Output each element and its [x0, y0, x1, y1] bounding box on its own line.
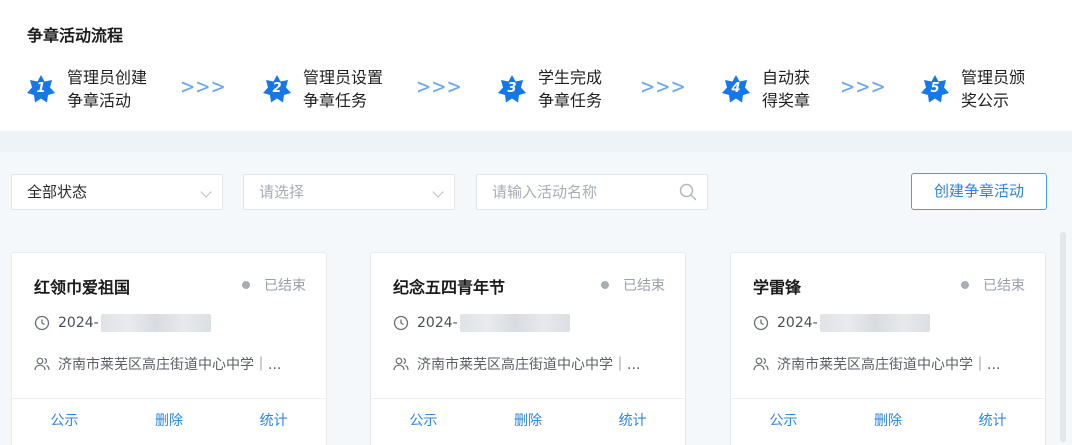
users-icon — [393, 357, 409, 371]
card-org: 济南市莱芜区高庄街道中心中学｜... — [393, 354, 640, 374]
redacted-date — [819, 314, 930, 332]
flow-step-3: 3 学生完成 争章任务 — [497, 66, 602, 112]
flow-step-2: 2 管理员设置 争章任务 — [262, 66, 383, 112]
card-date-text: 2024- — [417, 315, 458, 331]
card-org-text: 济南市莱芜区高庄街道中心中学｜... — [777, 357, 1001, 373]
step-label-line1: 管理员颁 — [961, 68, 1026, 87]
flow-arrow: >>> — [181, 75, 227, 100]
publicize-button[interactable]: 公示 — [12, 399, 117, 443]
status-dot — [242, 281, 250, 289]
step-label: 管理员创建 争章活动 — [67, 66, 147, 112]
chevron-down-icon — [200, 186, 212, 198]
star-badge-icon: 3 — [497, 74, 527, 104]
status-dot — [601, 281, 609, 289]
delete-button[interactable]: 删除 — [117, 399, 222, 443]
activity-search-input[interactable]: 请输入活动名称 — [476, 174, 708, 210]
users-icon — [753, 357, 769, 371]
card-date: 2024- — [753, 314, 930, 332]
step-number: 3 — [507, 81, 517, 96]
card-date-text: 2024- — [58, 315, 99, 331]
create-activity-button[interactable]: 创建争章活动 — [911, 173, 1047, 210]
activity-card[interactable]: 学雷锋 已结束 2024- 济南市莱芜区高庄街道中心中学｜... 公示 删除 统… — [730, 252, 1046, 445]
card-date: 2024- — [34, 314, 211, 332]
card-date: 2024- — [393, 314, 570, 332]
search-placeholder: 请输入活动名称 — [492, 183, 598, 201]
step-label-line1: 管理员设置 — [303, 68, 384, 87]
chevron-down-icon — [432, 186, 444, 198]
status-text: 已结束 — [264, 278, 306, 294]
flow-step-4: 4 自动获 得奖章 — [721, 66, 810, 112]
step-number: 1 — [36, 81, 46, 96]
step-label-line2: 得奖章 — [762, 91, 811, 110]
type-select[interactable]: 请选择 — [243, 174, 455, 210]
step-label: 学生完成 争章任务 — [538, 66, 602, 112]
statistics-button[interactable]: 统计 — [940, 399, 1045, 443]
status-select[interactable]: 全部状态 — [11, 174, 223, 210]
flow-step-1: 1 管理员创建 争章活动 — [26, 66, 147, 112]
card-date-text: 2024- — [777, 315, 818, 331]
card-title: 红领巾爱祖国 — [34, 278, 131, 297]
step-label: 自动获 得奖章 — [762, 66, 810, 112]
card-title: 纪念五四青年节 — [393, 278, 506, 297]
activity-card[interactable]: 纪念五四青年节 已结束 2024- 济南市莱芜区高庄街道中心中学｜... 公示 … — [370, 252, 686, 445]
step-label-line1: 学生完成 — [538, 68, 603, 87]
publicize-button[interactable]: 公示 — [731, 399, 836, 443]
clock-icon — [753, 315, 769, 331]
step-number: 5 — [930, 81, 940, 96]
card-org-text: 济南市莱芜区高庄街道中心中学｜... — [58, 357, 282, 373]
status-badge: 已结束 — [242, 275, 306, 295]
step-label: 管理员设置 争章任务 — [303, 66, 383, 112]
flow-arrow: >>> — [417, 75, 463, 100]
type-select-placeholder: 请选择 — [259, 183, 305, 201]
step-label-line2: 争章任务 — [303, 91, 368, 110]
vertical-scrollbar[interactable] — [1060, 232, 1066, 442]
clock-icon — [34, 315, 50, 331]
star-badge-icon: 5 — [920, 74, 950, 104]
step-label: 管理员颁 奖公示 — [961, 66, 1025, 112]
activity-flow-panel: 争章活动流程 1 管理员创建 争章活动 >>> 2 管理员设置 争章任务 >>>… — [0, 0, 1072, 131]
status-text: 已结束 — [983, 278, 1025, 294]
statistics-button[interactable]: 统计 — [221, 399, 326, 443]
delete-button[interactable]: 删除 — [476, 399, 581, 443]
flow-arrow: >>> — [641, 75, 687, 100]
card-title: 学雷锋 — [753, 278, 802, 297]
step-label-line1: 自动获 — [762, 68, 811, 87]
step-label-line2: 争章任务 — [538, 91, 603, 110]
publicize-button[interactable]: 公示 — [371, 399, 476, 443]
card-org: 济南市莱芜区高庄街道中心中学｜... — [753, 354, 1000, 374]
status-badge: 已结束 — [961, 275, 1025, 295]
flow-step-5: 5 管理员颁 奖公示 — [920, 66, 1025, 112]
step-number: 4 — [731, 81, 741, 96]
star-badge-icon: 1 — [26, 74, 56, 104]
star-badge-icon: 4 — [721, 74, 751, 104]
flow-title: 争章活动流程 — [27, 26, 124, 45]
step-number: 2 — [272, 81, 282, 96]
clock-icon — [393, 315, 409, 331]
card-actions: 公示 删除 统计 — [731, 399, 1045, 443]
star-badge-icon: 2 — [262, 74, 292, 104]
activity-card[interactable]: 红领巾爱祖国 已结束 2024- 济南市莱芜区高庄街道中心中学｜... 公示 删… — [11, 252, 327, 445]
activity-list-area: 全部状态 请选择 请输入活动名称 创建争章活动 红领巾爱祖国 已结束 2024-… — [0, 152, 1072, 445]
status-select-value: 全部状态 — [27, 183, 88, 201]
search-icon[interactable] — [679, 183, 697, 201]
users-icon — [34, 357, 50, 371]
step-label-line1: 管理员创建 — [67, 68, 148, 87]
card-org-text: 济南市莱芜区高庄街道中心中学｜... — [417, 357, 641, 373]
status-dot — [961, 281, 969, 289]
statistics-button[interactable]: 统计 — [580, 399, 685, 443]
flow-arrow: >>> — [841, 75, 887, 100]
redacted-date — [100, 314, 211, 332]
redacted-date — [459, 314, 570, 332]
step-label-line2: 奖公示 — [961, 91, 1010, 110]
step-label-line2: 争章活动 — [67, 91, 132, 110]
card-actions: 公示 删除 统计 — [12, 399, 326, 443]
status-badge: 已结束 — [601, 275, 665, 295]
card-org: 济南市莱芜区高庄街道中心中学｜... — [34, 354, 281, 374]
card-actions: 公示 删除 统计 — [371, 399, 685, 443]
delete-button[interactable]: 删除 — [836, 399, 941, 443]
status-text: 已结束 — [623, 278, 665, 294]
